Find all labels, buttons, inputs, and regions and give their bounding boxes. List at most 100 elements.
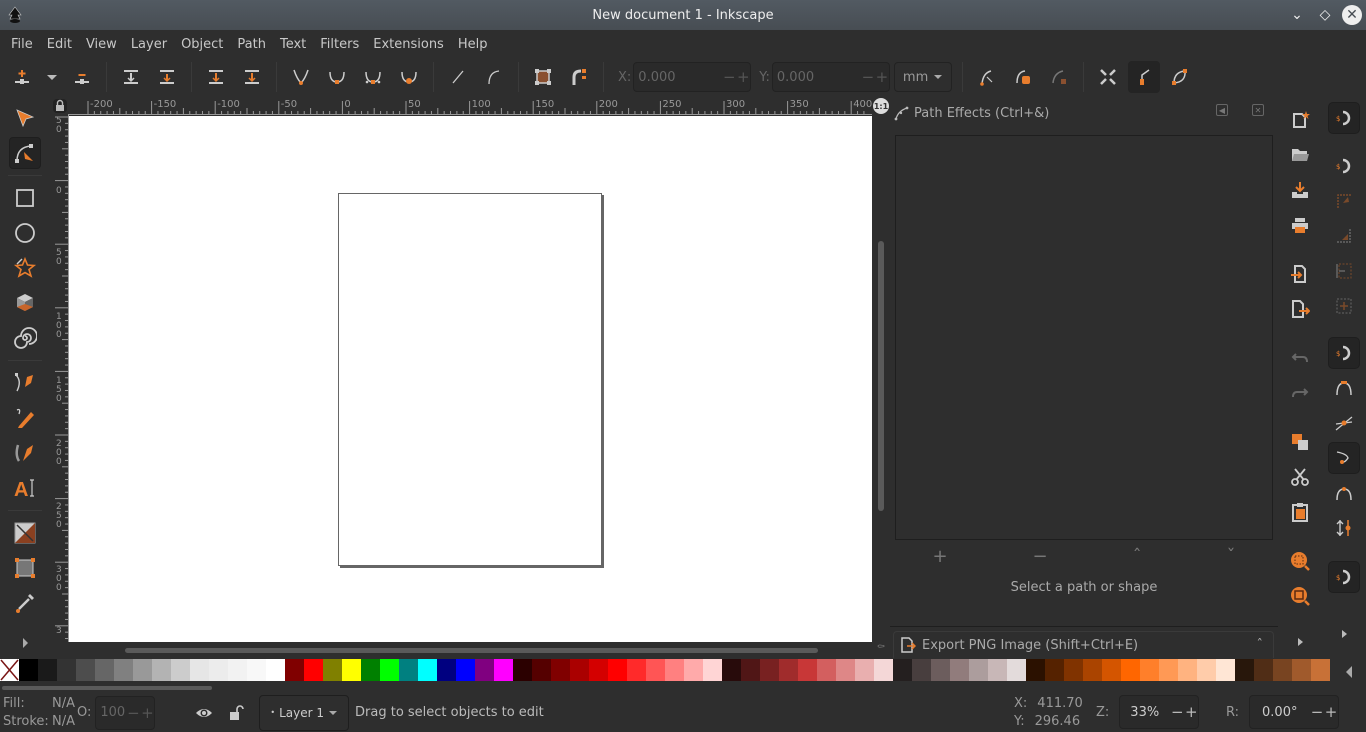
color-swatch[interactable] bbox=[665, 659, 684, 681]
zoom-out-button[interactable]: − bbox=[1170, 703, 1184, 721]
y-field[interactable]: 0.000− + bbox=[771, 62, 890, 92]
show-transform-handles-button[interactable] bbox=[1092, 61, 1124, 93]
join-segment-button[interactable] bbox=[200, 61, 232, 93]
color-swatch[interactable] bbox=[1026, 659, 1045, 681]
color-swatch[interactable] bbox=[1083, 659, 1102, 681]
new-document-button[interactable] bbox=[1284, 104, 1316, 136]
export-button[interactable] bbox=[1284, 293, 1316, 325]
color-swatch[interactable] bbox=[855, 659, 874, 681]
snap-bbox-corners-toggle[interactable] bbox=[1328, 220, 1360, 252]
color-swatch[interactable] bbox=[1007, 659, 1026, 681]
snap-bbox-toggle[interactable]: $ bbox=[1328, 150, 1360, 182]
snap-nodes-toggle[interactable]: $ bbox=[1328, 337, 1360, 369]
color-swatch[interactable] bbox=[570, 659, 589, 681]
3d-box-tool[interactable] bbox=[9, 287, 41, 319]
color-swatch[interactable] bbox=[1102, 659, 1121, 681]
open-button[interactable] bbox=[1284, 139, 1316, 171]
color-swatch[interactable] bbox=[456, 659, 475, 681]
color-swatch[interactable] bbox=[1216, 659, 1235, 681]
edit-mask-button[interactable] bbox=[1043, 61, 1075, 93]
node-auto-smooth-button[interactable] bbox=[393, 61, 425, 93]
unit-select[interactable]: mm bbox=[893, 62, 953, 92]
break-path-button[interactable] bbox=[151, 61, 183, 93]
x-increment[interactable]: + bbox=[736, 68, 750, 86]
commands-more-button[interactable] bbox=[1284, 626, 1316, 658]
color-swatch[interactable] bbox=[1140, 659, 1159, 681]
move-effect-up-button[interactable]: ˆ bbox=[1133, 546, 1142, 570]
color-swatch[interactable] bbox=[1292, 659, 1311, 681]
color-swatch[interactable] bbox=[418, 659, 437, 681]
snap-smooth-nodes-toggle[interactable] bbox=[1328, 477, 1360, 509]
selector-tool[interactable] bbox=[9, 102, 41, 134]
color-swatch[interactable] bbox=[722, 659, 741, 681]
node-smooth-button[interactable] bbox=[321, 61, 353, 93]
color-swatch[interactable] bbox=[684, 659, 703, 681]
rotate-cw-button[interactable]: + bbox=[1324, 703, 1338, 721]
snap-bbox-centers-toggle[interactable] bbox=[1328, 290, 1360, 322]
horizontal-scrollbar[interactable] bbox=[69, 642, 872, 658]
duplicate-button[interactable] bbox=[1284, 426, 1316, 458]
color-swatch[interactable] bbox=[1235, 659, 1254, 681]
color-swatch[interactable] bbox=[1178, 659, 1197, 681]
node-symmetric-button[interactable] bbox=[357, 61, 389, 93]
snap-midpoints-toggle[interactable] bbox=[1328, 512, 1360, 544]
color-swatch[interactable] bbox=[646, 659, 665, 681]
dock-iconify-button[interactable]: ◀ bbox=[1216, 104, 1228, 116]
color-swatch[interactable] bbox=[1197, 659, 1216, 681]
save-button[interactable] bbox=[1284, 174, 1316, 206]
color-swatch[interactable] bbox=[95, 659, 114, 681]
eye-icon[interactable] bbox=[195, 704, 213, 722]
menu-edit[interactable]: Edit bbox=[40, 37, 79, 52]
stroke-to-path-button[interactable] bbox=[563, 61, 595, 93]
color-swatch[interactable] bbox=[133, 659, 152, 681]
color-swatch[interactable] bbox=[836, 659, 855, 681]
palette-menu-icon[interactable] bbox=[1343, 664, 1355, 680]
maximize-button[interactable]: ◇ bbox=[1314, 4, 1336, 26]
color-swatch[interactable] bbox=[19, 659, 38, 681]
move-effect-down-button[interactable]: ˇ bbox=[1227, 546, 1236, 570]
menu-view[interactable]: View bbox=[79, 37, 124, 52]
bezier-tool[interactable] bbox=[9, 367, 41, 399]
color-managed-view-icon[interactable]: ⚰ bbox=[872, 642, 890, 658]
more-tools-button[interactable] bbox=[9, 627, 41, 659]
color-swatch[interactable] bbox=[589, 659, 608, 681]
color-swatch[interactable] bbox=[437, 659, 456, 681]
join-nodes-button[interactable] bbox=[115, 61, 147, 93]
undo-button[interactable] bbox=[1284, 342, 1316, 374]
color-swatch[interactable] bbox=[931, 659, 950, 681]
color-swatch[interactable] bbox=[190, 659, 209, 681]
rectangle-tool[interactable] bbox=[9, 182, 41, 214]
calligraphy-tool[interactable] bbox=[9, 437, 41, 469]
text-tool[interactable]: A bbox=[9, 472, 41, 504]
color-swatch[interactable] bbox=[912, 659, 931, 681]
color-swatch[interactable] bbox=[817, 659, 836, 681]
opacity-increment[interactable]: + bbox=[140, 704, 154, 722]
insert-node-dropdown[interactable] bbox=[42, 61, 62, 93]
color-swatch[interactable] bbox=[513, 659, 532, 681]
x-decrement[interactable]: − bbox=[722, 68, 736, 86]
segment-line-button[interactable] bbox=[442, 61, 474, 93]
show-handles-button[interactable] bbox=[1128, 61, 1161, 93]
canvas[interactable] bbox=[69, 116, 872, 642]
color-swatch[interactable] bbox=[893, 659, 912, 681]
export-png-panel-tab[interactable]: Export PNG Image (Shift+Ctrl+E) ˆ bbox=[893, 631, 1274, 658]
color-swatch[interactable] bbox=[209, 659, 228, 681]
path-effects-list[interactable] bbox=[895, 135, 1273, 540]
zoom-value[interactable]: 33% bbox=[1120, 705, 1170, 720]
vertical-scrollbar[interactable] bbox=[872, 96, 890, 642]
star-tool[interactable] bbox=[9, 252, 41, 284]
color-swatch[interactable] bbox=[608, 659, 627, 681]
palette-scrollbar[interactable] bbox=[0, 683, 1366, 691]
color-swatch[interactable] bbox=[627, 659, 646, 681]
remove-effect-button[interactable]: − bbox=[1033, 546, 1048, 570]
color-swatch[interactable] bbox=[798, 659, 817, 681]
color-swatch[interactable] bbox=[304, 659, 323, 681]
color-swatch[interactable] bbox=[1254, 659, 1273, 681]
opacity-value[interactable]: 100 bbox=[96, 705, 126, 720]
redo-button[interactable] bbox=[1284, 377, 1316, 409]
x-field[interactable]: 0.000− + bbox=[633, 62, 752, 92]
snap-cusp-nodes-toggle[interactable] bbox=[1328, 442, 1360, 474]
minimize-button[interactable]: ⌄ bbox=[1286, 4, 1308, 26]
color-swatch[interactable] bbox=[551, 659, 570, 681]
dropper-tool[interactable] bbox=[9, 587, 41, 619]
